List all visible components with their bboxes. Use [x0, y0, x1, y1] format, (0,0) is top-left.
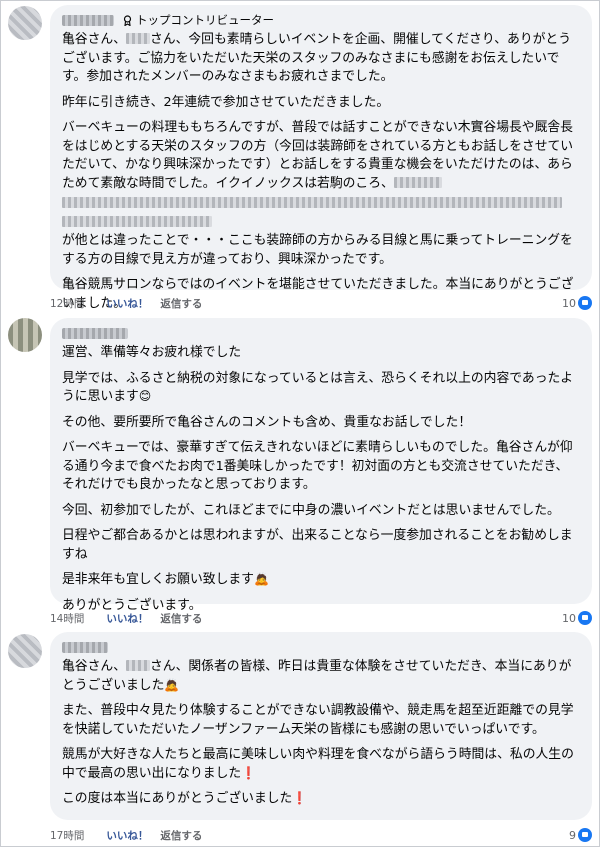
comment-body: 亀谷さん、 さん、今回も素晴らしいイベントを企画、開催してくださり、ありがとうござ… — [62, 31, 580, 313]
like-reaction-icon — [578, 611, 592, 625]
comment-text: 亀谷さん、 — [62, 659, 126, 674]
comment-text: 亀谷さん、 — [62, 32, 126, 47]
avatar[interactable] — [8, 318, 42, 352]
comment-paragraph: 亀谷さん、 さん、今回も素晴らしいイベントを企画、開催してくださり、ありがとうござ… — [62, 31, 580, 87]
reaction-count[interactable]: 9 — [569, 826, 592, 844]
avatar[interactable] — [8, 6, 42, 40]
comment-text: この度は本当にありがとうございました — [62, 791, 293, 806]
comment-paragraph: バーベキューの料理ももちろんですが、普段では話すことができない木實谷場長や厩舎長… — [62, 119, 580, 232]
comment-actions: 12時間 いいね！ 返信する — [50, 295, 202, 311]
exclamation-emoji: ❗ — [292, 791, 308, 805]
redacted-text — [62, 215, 212, 227]
comment-text: 日程やご都合あるかとは思われますが、出来ることなら一度参加されることをお勧めしま… — [62, 528, 573, 562]
reply-button[interactable]: 返信する — [160, 828, 202, 843]
comment-bubble: 亀谷さん、 さん、関係者の皆様、昨日は貴重な体験をさせていただき、本当にありがとう… — [50, 632, 592, 820]
comment-text: また、普段中々見たり体験することができない調教設備や、競走馬を超至近距離での見学… — [62, 703, 574, 737]
timestamp[interactable]: 14時間 — [50, 611, 84, 626]
award-icon — [123, 14, 132, 26]
comment-paragraph: 昨年に引き続き、2年連続で参加させていただきました。 — [62, 94, 580, 113]
comment-paragraph: 競馬が大好きな人たちと最高に美味しい肉や料理を食べながら語らう時間は、私の人生の… — [62, 746, 580, 783]
comment-paragraph: その他、要所要所で亀谷さんのコメントも含め、貴重なお話しでした！ — [62, 414, 580, 433]
redacted-text — [125, 660, 150, 671]
comment-paragraph: この度は本当にありがとうございました❗ — [62, 790, 580, 809]
comment-text: 運営、準備等々お疲れ様でした — [62, 345, 242, 360]
redacted-text — [393, 176, 442, 188]
like-button[interactable]: いいね！ — [106, 611, 148, 626]
comment-text: バーベキューでは、豪華すぎて伝えきれないほどに素晴らしいものでした。亀谷さんが仰… — [62, 440, 573, 492]
redacted-text — [125, 33, 150, 44]
like-reaction-icon — [578, 296, 592, 310]
comment-text: バーベキューの料理ももちろんですが、普段では話すことができない木實谷場長や厩舎長… — [62, 120, 574, 191]
avatar[interactable] — [8, 634, 42, 668]
comment-body: 亀谷さん、 さん、関係者の皆様、昨日は貴重な体験をさせていただき、本当にありがとう… — [62, 658, 580, 809]
comment-actions: 17時間 いいね！ 返信する — [50, 827, 202, 843]
top-contributor-badge: トップコントリビューター — [122, 12, 274, 28]
comment-paragraph: 亀谷さん、 さん、関係者の皆様、昨日は貴重な体験をさせていただき、本当にありがとう… — [62, 658, 580, 695]
comment-paragraph: が他とは違ったことで・・・ここも装蹄師の方からみる目線と馬に乗ってトレーニングを… — [62, 232, 580, 269]
comment-text: 是非来年も宜しくお願い致します — [62, 572, 254, 587]
timestamp[interactable]: 12時間 — [50, 296, 84, 311]
reaction-number: 10 — [562, 296, 576, 310]
timestamp[interactable]: 17時間 — [50, 828, 84, 843]
reaction-number: 9 — [569, 828, 576, 842]
comment-paragraph: 是非来年も宜しくお願い致します🙇 — [62, 571, 580, 590]
bow-emoji: 🙇 — [253, 572, 269, 586]
comment-paragraph: 運営、準備等々お疲れ様でした — [62, 344, 580, 363]
comment-paragraph: 今回、初参加でしたが、これほどまでに中身の濃いイベントだとは思いませんでした。 — [62, 502, 580, 521]
comment-body: 運営、準備等々お疲れ様でした見学では、ふるさと納税の対象になっているとは言え、恐… — [62, 344, 580, 615]
smile-emoji: 😊 — [138, 389, 152, 403]
author-name-redacted[interactable] — [62, 641, 108, 653]
comment-paragraph: 日程やご都合あるかとは思われますが、出来ることなら一度参加されることをお勧めしま… — [62, 527, 580, 564]
reaction-number: 10 — [562, 611, 576, 625]
reply-button[interactable]: 返信する — [160, 611, 202, 626]
like-button[interactable]: いいね！ — [106, 828, 148, 843]
comment-text: 昨年に引き続き、2年連続で参加させていただきました。 — [62, 94, 390, 110]
comment-actions: 14時間 いいね！ 返信する — [50, 610, 202, 626]
reaction-count[interactable]: 10 — [562, 609, 592, 627]
comment-paragraph: 見学では、ふるさと納税の対象になっているとは言え、恐らくそれ以上の内容であったよ… — [62, 370, 580, 407]
comment-paragraph: バーベキューでは、豪華すぎて伝えきれないほどに素晴らしいものでした。亀谷さんが仰… — [62, 439, 580, 495]
comment-text: が他とは違ったことで・・・ここも装蹄師の方からみる目線と馬に乗ってトレーニングを… — [62, 233, 573, 267]
comment-text: 今回、初参加でしたが、これほどまでに中身の濃いイベントだとは思いませんでした。 — [62, 502, 560, 518]
comment-bubble: トップコントリビューター 亀谷さん、 さん、今回も素晴らしいイベントを企画、開催し… — [50, 5, 592, 311]
comment-text: その他、要所要所で亀谷さんのコメントも含め、貴重なお話しでした！ — [62, 414, 472, 430]
badge-label: トップコントリビューター — [136, 13, 274, 27]
author-name-redacted[interactable] — [62, 14, 114, 26]
redacted-text — [62, 197, 562, 208]
comment-paragraph: また、普段中々見たり体験することができない調教設備や、競走馬を超至近距離での見学… — [62, 702, 580, 739]
like-button[interactable]: いいね！ — [106, 296, 148, 311]
reaction-count[interactable]: 10 — [562, 294, 592, 312]
exclamation-emoji: ❗ — [241, 765, 257, 780]
bow-emoji: 🙇 — [164, 677, 180, 692]
author-name-redacted[interactable] — [62, 327, 128, 339]
like-reaction-icon — [578, 828, 592, 842]
comment-bubble: 運営、準備等々お疲れ様でした見学では、ふるさと納税の対象になっているとは言え、恐… — [50, 318, 592, 613]
reply-button[interactable]: 返信する — [160, 296, 202, 311]
comment-text: 競馬が大好きな人たちと最高に美味しい肉や料理を食べながら語らう時間は、私の人生の… — [62, 747, 574, 781]
